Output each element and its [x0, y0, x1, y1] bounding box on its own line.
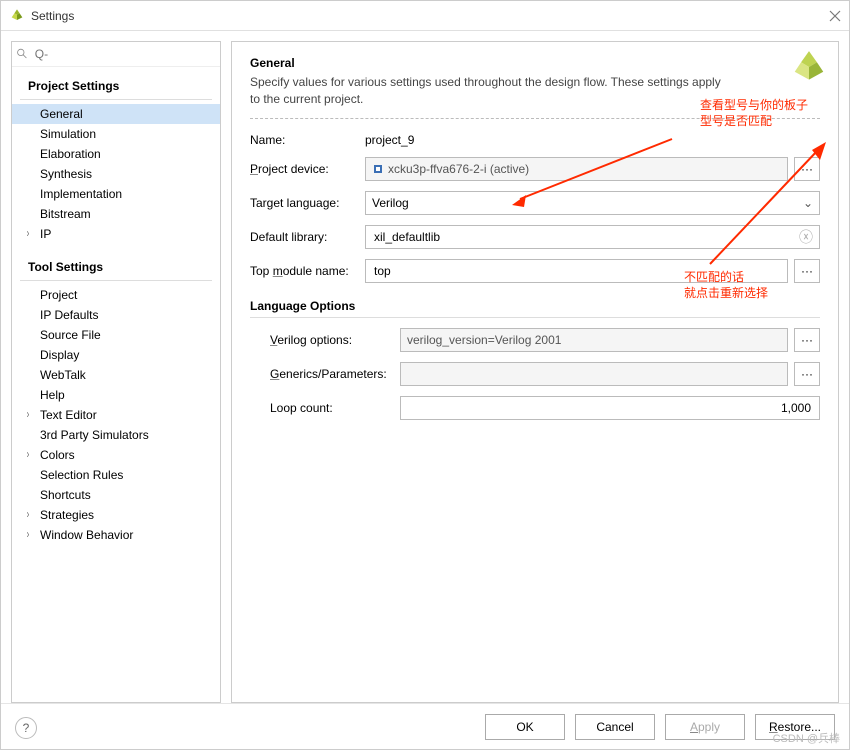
close-icon[interactable] [829, 10, 841, 22]
nav-bitstream[interactable]: Bitstream [12, 204, 220, 224]
loop-field[interactable] [400, 396, 820, 420]
language-select[interactable]: Verilog ⌄ [365, 191, 820, 215]
footer: ? OK Cancel ApplyApply Restore...Restore… [1, 703, 849, 749]
row-topmodule: Top module name:Top module name: ··· [250, 259, 820, 283]
device-field[interactable]: xcku3p-ffva676-2-i (active) [365, 157, 788, 181]
nav-tree: Project Settings General Simulation Elab… [12, 67, 220, 702]
language-value: Verilog [372, 196, 409, 210]
chip-icon [372, 163, 384, 175]
nav-help[interactable]: Help [12, 385, 220, 405]
nav-general[interactable]: General [12, 104, 220, 124]
row-language: Target language: Verilog ⌄ [250, 191, 820, 215]
page-title: General [250, 56, 820, 70]
nav-display[interactable]: Display [12, 345, 220, 365]
tool-settings-header: Tool Settings [20, 254, 212, 281]
nav-source-file[interactable]: Source File [12, 325, 220, 345]
help-button[interactable]: ? [15, 717, 37, 739]
verilog-field[interactable]: verilog_version=Verilog 2001 [400, 328, 788, 352]
divider [250, 118, 820, 119]
generics-browse-button[interactable]: ··· [794, 362, 820, 386]
generics-field[interactable] [400, 362, 788, 386]
nav-thirdparty[interactable]: 3rd Party Simulators [12, 425, 220, 445]
nav-synthesis[interactable]: Synthesis [12, 164, 220, 184]
nav-text-editor[interactable]: Text Editor [12, 405, 220, 425]
nav-project[interactable]: Project [12, 285, 220, 305]
verilog-value: verilog_version=Verilog 2001 [407, 333, 561, 347]
apply-button: ApplyApply [665, 714, 745, 740]
library-label: Default library: [250, 230, 365, 244]
nav-shortcuts[interactable]: Shortcuts [12, 485, 220, 505]
window-title: Settings [31, 9, 829, 23]
library-input[interactable] [372, 229, 799, 245]
row-library: Default library: ⓧ [250, 225, 820, 249]
loop-label: Loop count: [270, 401, 400, 415]
cancel-button[interactable]: Cancel [575, 714, 655, 740]
row-generics: Generics/Parameters:Generics/Parameters:… [250, 362, 820, 386]
search-icon [16, 47, 29, 61]
search-input[interactable] [33, 46, 216, 62]
loop-input[interactable] [407, 400, 813, 416]
topmodule-browse-button[interactable]: ··· [794, 259, 820, 283]
nav-implementation[interactable]: Implementation [12, 184, 220, 204]
vivado-logo-icon [790, 48, 828, 86]
language-options-header: Language Options [250, 299, 820, 318]
generics-label: Generics/Parameters:Generics/Parameters: [270, 367, 400, 381]
project-settings-header: Project Settings [20, 73, 212, 100]
nav-colors[interactable]: Colors [12, 445, 220, 465]
row-verilog: Verilog options:Verilog options: verilog… [250, 328, 820, 352]
device-value: xcku3p-ffva676-2-i (active) [388, 162, 529, 176]
titlebar: Settings [1, 1, 849, 31]
nav-simulation[interactable]: Simulation [12, 124, 220, 144]
nav-ip-defaults[interactable]: IP Defaults [12, 305, 220, 325]
device-label: PProject device:roject device: [250, 162, 365, 176]
nav-elaboration[interactable]: Elaboration [12, 144, 220, 164]
name-value: project_9 [365, 133, 414, 147]
verilog-browse-button[interactable]: ··· [794, 328, 820, 352]
name-label: Name: [250, 133, 365, 147]
topmodule-input[interactable] [372, 263, 781, 279]
row-device: PProject device:roject device: xcku3p-ff… [250, 157, 820, 181]
chevron-down-icon: ⌄ [803, 196, 813, 210]
library-field[interactable]: ⓧ [365, 225, 820, 249]
verilog-label: Verilog options:Verilog options: [270, 333, 400, 347]
nav-selection-rules[interactable]: Selection Rules [12, 465, 220, 485]
watermark: CSDN @兵棒 [773, 730, 840, 746]
row-name: Name: project_9 [250, 133, 820, 147]
topmodule-field[interactable] [365, 259, 788, 283]
row-loop: Loop count: [250, 396, 820, 420]
clear-icon[interactable]: ⓧ [799, 227, 813, 247]
language-label: Target language: [250, 196, 365, 210]
sidebar: Project Settings General Simulation Elab… [11, 41, 221, 703]
nav-strategies[interactable]: Strategies [12, 505, 220, 525]
nav-ip[interactable]: IP [12, 224, 220, 244]
topmodule-label: Top module name:Top module name: [250, 264, 365, 278]
nav-window-behavior[interactable]: Window Behavior [12, 525, 220, 545]
nav-webtalk[interactable]: WebTalk [12, 365, 220, 385]
device-browse-button[interactable]: ··· [794, 157, 820, 181]
page-description: Specify values for various settings used… [250, 74, 730, 108]
app-logo-icon [9, 8, 25, 24]
ok-button[interactable]: OK [485, 714, 565, 740]
search-box[interactable] [12, 42, 220, 67]
content-pane: General Specify values for various setti… [231, 41, 839, 703]
